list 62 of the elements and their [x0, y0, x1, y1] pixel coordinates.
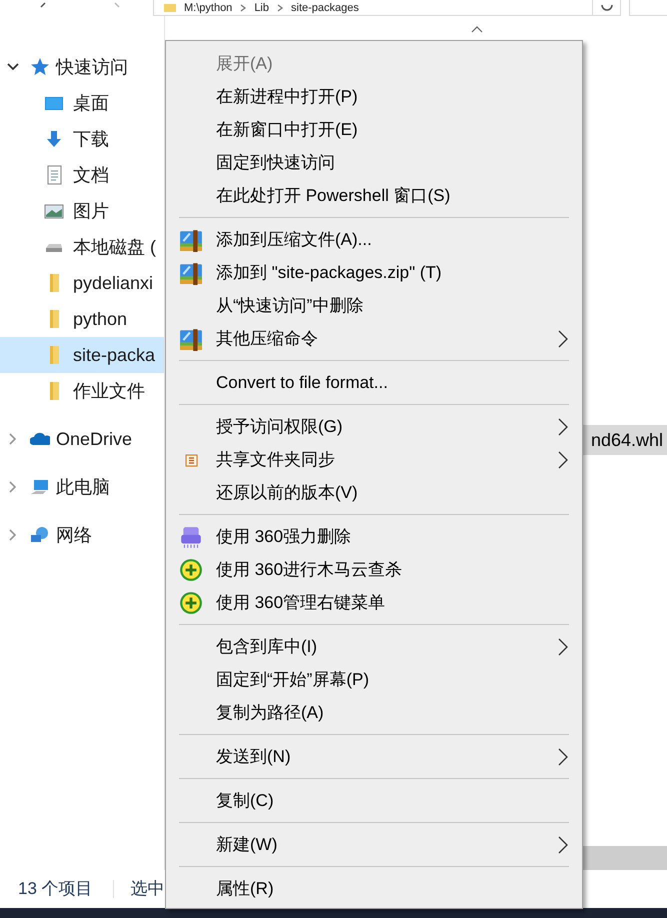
folder-icon — [164, 4, 176, 12]
selection-status: 选中 — [130, 878, 165, 900]
folder-icon — [50, 310, 59, 328]
nav-item[interactable]: pydelianxi — [0, 265, 164, 301]
shredder-icon — [179, 524, 203, 548]
nav-item[interactable]: OneDrive — [0, 421, 164, 457]
breadcrumb-segment[interactable]: M:\python — [184, 0, 232, 14]
nav-item[interactable]: 文档 — [0, 157, 164, 193]
menu-item[interactable]: 从“快速访问”中删除 — [216, 292, 364, 318]
menu-item[interactable]: 包含到库中(I) — [216, 634, 318, 660]
menu-item[interactable]: 使用 360强力删除 — [216, 524, 352, 550]
item-count: 13 个项目 — [18, 878, 93, 900]
plus-circle-icon — [179, 590, 203, 614]
nav-item[interactable]: site-packa — [0, 337, 164, 373]
menu-item[interactable]: 共享文件夹同步 — [216, 446, 335, 472]
breadcrumb-chevron-icon[interactable] — [277, 4, 283, 12]
archive-icon — [179, 326, 203, 350]
folder-icon — [50, 346, 59, 364]
refresh-button[interactable] — [593, 0, 621, 16]
menu-item[interactable]: 在新进程中打开(P) — [216, 84, 358, 110]
breadcrumb-chevron-icon[interactable] — [240, 4, 246, 12]
menu-item[interactable]: Convert to file format... — [216, 370, 388, 396]
search-field[interactable] — [629, 0, 667, 16]
nav-item[interactable]: python — [0, 301, 164, 337]
menu-item[interactable]: 新建(W) — [216, 832, 278, 858]
plus-circle-icon — [179, 558, 203, 582]
archive-icon — [179, 228, 203, 252]
nav-item[interactable]: 桌面 — [0, 85, 164, 121]
horizontal-scrollbar[interactable] — [582, 846, 667, 870]
menu-item[interactable]: 在新窗口中打开(E) — [216, 116, 358, 142]
network-icon — [30, 525, 50, 545]
menu-item[interactable]: 添加到压缩文件(A)... — [216, 226, 372, 252]
folder-icon — [50, 274, 59, 292]
menu-item[interactable]: 使用 360管理右键菜单 — [216, 590, 386, 616]
menu-item[interactable]: 复制为路径(A) — [216, 700, 324, 726]
breadcrumb-segment[interactable]: site-packages — [291, 0, 359, 14]
menu-item[interactable]: 添加到 "site-packages.zip" (T) — [216, 260, 442, 286]
nav-item[interactable]: 此电脑 — [0, 469, 164, 505]
menu-item[interactable]: 授予访问权限(G) — [216, 414, 343, 440]
menu-item[interactable]: 属性(R) — [216, 876, 274, 902]
menu-item[interactable]: 发送到(N) — [216, 744, 291, 770]
address-field[interactable]: M:\python Lib site-packages — [153, 0, 593, 16]
computer-icon — [30, 477, 50, 497]
menu-item[interactable]: 使用 360进行木马云查杀 — [216, 556, 402, 582]
nav-item[interactable]: 快速访问 — [0, 49, 164, 85]
breadcrumb-segment[interactable]: Lib — [254, 0, 269, 14]
menu-item[interactable]: 还原以前的版本(V) — [216, 480, 358, 506]
menu-item[interactable]: 固定到“开始”屏幕(P) — [216, 666, 369, 692]
nav-item[interactable]: 网络 — [0, 517, 164, 553]
down-arrow-icon — [44, 129, 64, 149]
sort-caret-icon[interactable] — [471, 26, 483, 33]
nav-item[interactable]: 下载 — [0, 121, 164, 157]
archive-icon — [179, 260, 203, 284]
nav-item[interactable]: 本地磁盘 ( — [0, 229, 164, 265]
nav-item[interactable]: 作业文件 — [0, 373, 164, 409]
menu-item[interactable]: 在此处打开 Powershell 窗口(S) — [216, 182, 450, 208]
menu-item[interactable]: 其他压缩命令 — [216, 326, 318, 352]
menu-item[interactable]: 固定到快速访问 — [216, 150, 335, 176]
menu-item[interactable]: 复制(C) — [216, 788, 274, 814]
folder-icon — [50, 382, 59, 400]
star-icon — [30, 57, 50, 77]
nav-item[interactable]: 图片 — [0, 193, 164, 229]
